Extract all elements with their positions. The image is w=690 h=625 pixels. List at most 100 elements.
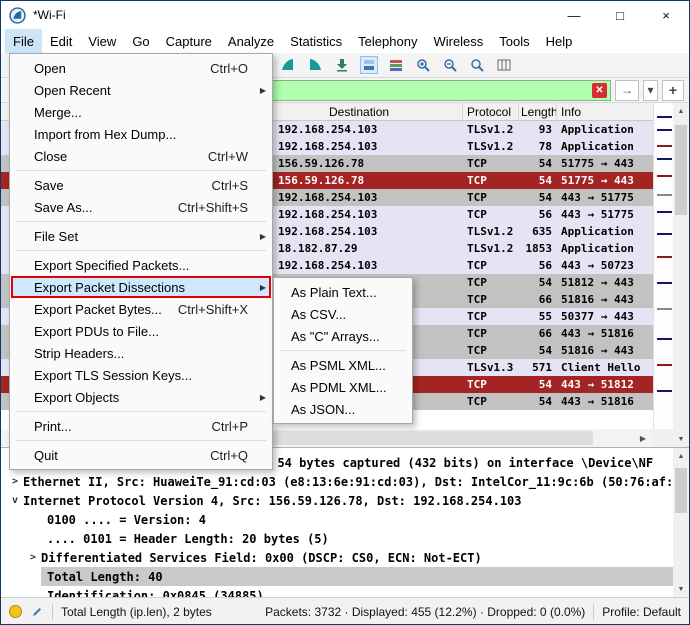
menu-item-open[interactable]: OpenCtrl+O [11,57,271,79]
menu-item-quit[interactable]: QuitCtrl+Q [11,444,271,466]
menu-wireless[interactable]: Wireless [425,29,491,53]
menu-item-label: Export Specified Packets... [34,258,236,273]
scroll-up-icon[interactable]: ▲ [673,103,689,119]
collapse-toggle-icon[interactable]: v [7,495,23,506]
menu-item-open-recent[interactable]: Open Recent▶ [11,79,271,101]
menu-item-export-packet-bytes[interactable]: Export Packet Bytes...Ctrl+Shift+X [11,298,271,320]
submenu-item-as-pdml-xml[interactable]: As PDML XML... [275,376,411,398]
packet-detail-line[interactable]: >Ethernet II, Src: HuaweiTe_91:cd:03 (e8… [1,472,675,491]
apply-filter-button[interactable]: → [615,80,639,101]
zoom-out-icon[interactable] [441,56,459,74]
menu-telephony[interactable]: Telephony [350,29,425,53]
cell-info: Application [557,242,653,255]
packet-minimap[interactable] [653,103,675,429]
scrollbar-thumb[interactable] [675,468,687,513]
cell-len: 56 [519,259,557,272]
submenu-item-as-plain-text[interactable]: As Plain Text... [275,281,411,303]
clear-filter-icon[interactable]: ✕ [592,83,607,98]
packet-color-mark [657,145,672,147]
packet-color-mark [657,308,672,310]
packet-detail-line[interactable]: vInternet Protocol Version 4, Src: 156.5… [1,491,675,510]
zoom-in-icon[interactable] [414,56,432,74]
menu-statistics[interactable]: Statistics [282,29,350,53]
menu-item-file-set[interactable]: File Set▶ [11,225,271,247]
menu-item-export-packet-dissections[interactable]: Export Packet Dissections▶ [11,276,271,298]
go-to-last-icon[interactable] [333,56,351,74]
column-header-length[interactable]: Length [519,103,557,120]
zoom-100-icon[interactable] [468,56,486,74]
detail-text: Total Length: 40 [47,570,163,584]
add-filter-button[interactable]: + [662,80,684,101]
scrollbar-thumb[interactable] [675,125,687,215]
cell-info: 443 → 51816 [557,395,653,408]
maximize-button[interactable]: □ [597,1,643,29]
cell-info: 50377 → 443 [557,310,653,323]
shark-fin-icon[interactable] [279,56,297,74]
menu-view[interactable]: View [80,29,124,53]
submenu-item-as-csv[interactable]: As CSV... [275,303,411,325]
cell-len: 56 [519,208,557,221]
packet-detail-line[interactable]: Identification: 0x0845 (34885) [1,586,675,597]
close-button[interactable]: × [643,1,689,29]
shark-fin-arrow-icon[interactable] [306,56,324,74]
menu-help[interactable]: Help [538,29,581,53]
menu-item-strip-headers[interactable]: Strip Headers... [11,342,271,364]
minimize-button[interactable]: — [551,1,597,29]
detail-text: .... 0101 = Header Length: 20 bytes (5) [47,532,329,546]
profile-selector[interactable]: Profile: Default [602,605,681,619]
menu-item-save[interactable]: SaveCtrl+S [11,174,271,196]
menu-item-close[interactable]: CloseCtrl+W [11,145,271,167]
menu-item-print[interactable]: Print...Ctrl+P [11,415,271,437]
submenu-arrow-icon: ▶ [256,393,266,402]
scroll-right-icon[interactable]: ▶ [635,430,651,446]
packet-color-mark [657,364,672,366]
menu-item-label: Export PDUs to File... [34,324,236,339]
menu-item-label: Export Packet Dissections [34,280,236,295]
hscrollbar-thumb[interactable] [273,431,593,445]
packet-detail-line[interactable]: Total Length: 40 [1,567,675,586]
details-scrollbar[interactable]: ▲ ▼ [673,447,689,597]
submenu-item-as-json[interactable]: As JSON... [275,398,411,420]
file-menu: OpenCtrl+OOpen Recent▶Merge...Import fro… [9,53,273,470]
scroll-down-icon[interactable]: ▼ [673,431,689,447]
menu-item-export-pdus-to-file[interactable]: Export PDUs to File... [11,320,271,342]
detail-text: Internet Protocol Version 4, Src: 156.59… [23,494,522,508]
column-header-protocol[interactable]: Protocol [463,103,519,120]
expand-toggle-icon[interactable]: > [7,476,23,487]
resize-columns-icon[interactable] [495,56,513,74]
packet-list-scrollbar[interactable]: ▲ ▼ [673,103,689,447]
cell-dest: 192.168.254.103 [273,208,463,221]
filter-dropdown-icon[interactable]: ▾ [643,80,658,101]
menu-item-save-as[interactable]: Save As...Ctrl+Shift+S [11,196,271,218]
menu-item-export-tls-session-keys[interactable]: Export TLS Session Keys... [11,364,271,386]
packet-detail-line[interactable]: .... 0101 = Header Length: 20 bytes (5) [1,529,675,548]
menu-item-export-objects[interactable]: Export Objects▶ [11,386,271,408]
menu-item-export-specified-packets[interactable]: Export Specified Packets... [11,254,271,276]
cell-proto: TCP [463,191,519,204]
scroll-up-icon[interactable]: ▲ [673,448,689,464]
menu-go[interactable]: Go [124,29,157,53]
menu-tools[interactable]: Tools [491,29,537,53]
submenu-item-as-psml-xml[interactable]: As PSML XML... [275,354,411,376]
expert-info-icon[interactable] [9,605,22,618]
menu-capture[interactable]: Capture [158,29,220,53]
column-header-destination[interactable]: Destination [273,103,463,120]
scroll-down-icon[interactable]: ▼ [673,581,689,597]
menu-edit[interactable]: Edit [42,29,80,53]
cell-dest: 156.59.126.78 [273,174,463,187]
menu-item-label: As JSON... [291,402,376,417]
menu-analyze[interactable]: Analyze [220,29,282,53]
expand-toggle-icon[interactable]: > [25,552,41,563]
packet-detail-line[interactable]: >Differentiated Services Field: 0x00 (DS… [1,548,675,567]
cell-proto: TLSv1.3 [463,361,519,374]
auto-scroll-icon[interactable] [360,56,378,74]
menu-item-label: Close [34,149,196,164]
submenu-item-as-c-arrays[interactable]: As "C" Arrays... [275,325,411,347]
colorize-icon[interactable] [387,56,405,74]
menu-item-merge[interactable]: Merge... [11,101,271,123]
packet-detail-line[interactable]: 0100 .... = Version: 4 [1,510,675,529]
capture-comment-pencil-icon[interactable] [30,605,44,619]
menu-item-import-from-hex-dump[interactable]: Import from Hex Dump... [11,123,271,145]
menu-file[interactable]: File [5,29,42,53]
export-dissections-submenu: As Plain Text...As CSV...As "C" Arrays..… [273,277,413,424]
